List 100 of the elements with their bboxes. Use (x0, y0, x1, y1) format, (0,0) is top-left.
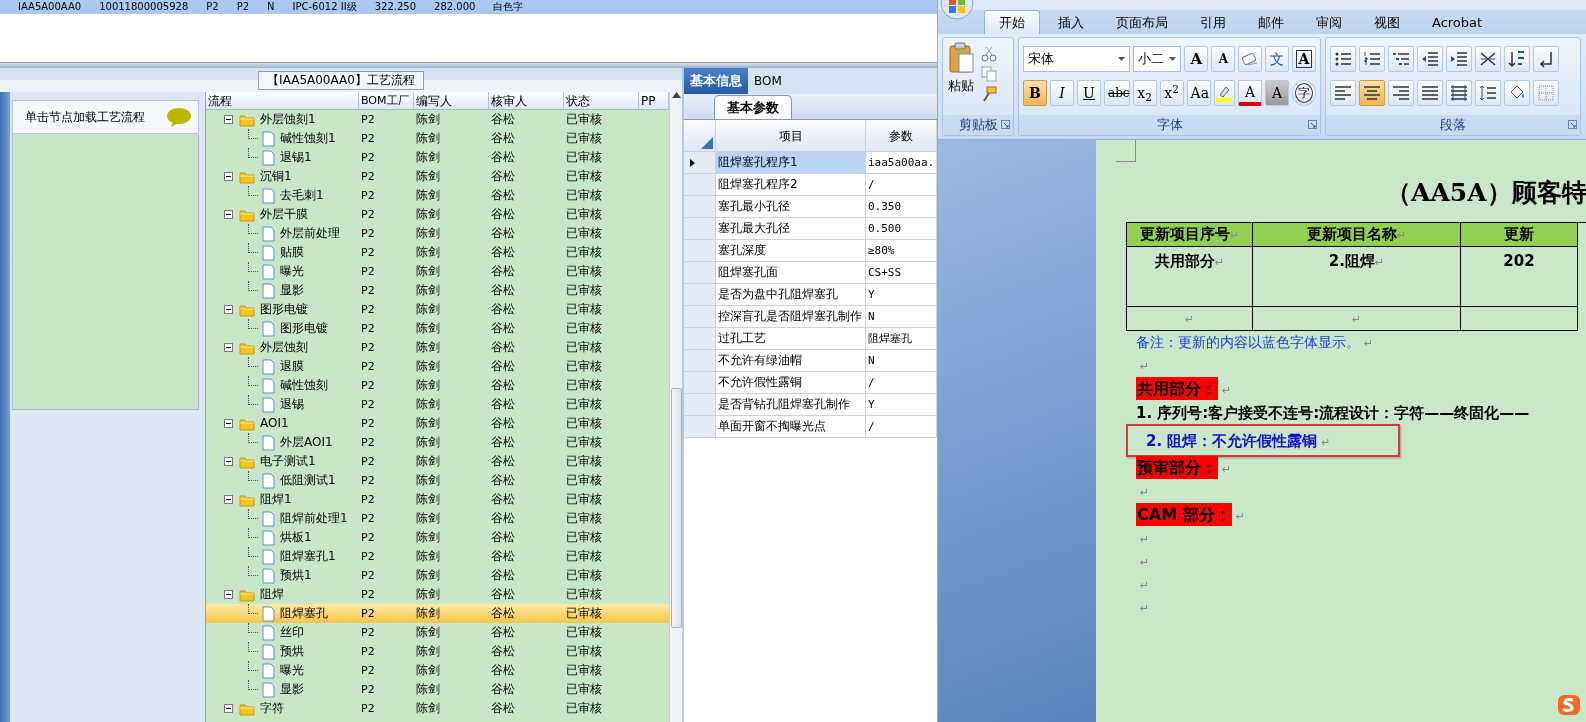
tree-row[interactable]: 字符 P2 陈剑 谷松 已审核 (206, 699, 669, 718)
asian-layout-button[interactable] (1475, 46, 1501, 72)
tree-row[interactable]: 退膜 P2 陈剑 谷松 已审核 (206, 357, 669, 376)
dialog-launcher-icon[interactable] (1308, 120, 1317, 129)
dropdown-icon[interactable] (1169, 57, 1177, 61)
tree-row[interactable]: 外层前处理 P2 陈剑 谷松 已审核 (206, 224, 669, 243)
collapse-icon[interactable] (224, 419, 233, 428)
script-button[interactable]: x$_{2}$ (1132, 80, 1157, 106)
collapse-icon[interactable] (224, 343, 233, 352)
font-color-button[interactable]: A (1238, 80, 1262, 106)
strikethrough-button[interactable]: abc (1104, 80, 1130, 106)
tab[interactable]: 基本信息 (684, 68, 748, 94)
table-cell[interactable]: 塞孔深度 (716, 240, 866, 262)
tree-row[interactable]: 外层AOI1 P2 陈剑 谷松 已审核 (206, 433, 669, 452)
column-header[interactable]: 核审人 (489, 92, 564, 109)
grow-font-button[interactable]: A (1184, 46, 1209, 72)
font-size-field[interactable]: 小二 (1133, 46, 1182, 72)
change-case-button[interactable]: Aa (1186, 80, 1211, 106)
collapse-icon[interactable] (224, 210, 233, 219)
collapse-icon[interactable] (224, 305, 233, 314)
table-cell[interactable]: 是否背钻孔阻焊塞孔制作 (716, 394, 866, 416)
tree-row[interactable]: 预烘 P2 陈剑 谷松 已审核 (206, 642, 669, 661)
tree-row[interactable]: AOI1 P2 陈剑 谷松 已审核 (206, 414, 669, 433)
ribbon-tab[interactable]: 开始 (984, 9, 1040, 34)
align-right-button[interactable] (1388, 80, 1414, 106)
ribbon-tab[interactable]: 审阅 (1302, 10, 1356, 34)
row-header[interactable] (684, 152, 716, 174)
table-cell[interactable]: 不允许有绿油帽 (716, 350, 866, 372)
tree-row[interactable]: 阻焊塞孔1 P2 陈剑 谷松 已审核 (206, 547, 669, 566)
ribbon-tab[interactable]: Acrobat (1418, 10, 1497, 34)
multilevel-list-button[interactable] (1388, 46, 1414, 72)
collapse-icon[interactable] (224, 115, 233, 124)
dialog-launcher-icon[interactable] (1568, 120, 1577, 129)
paste-button[interactable]: 粘贴 (947, 42, 975, 115)
ribbon-tab[interactable]: 引用 (1186, 10, 1240, 34)
tree-row[interactable]: 曝光 P2 陈剑 谷松 已审核 (206, 262, 669, 281)
ime-logo-icon[interactable] (1556, 694, 1581, 716)
tree-row[interactable]: 丝印 P2 陈剑 谷松 已审核 (206, 623, 669, 642)
tree-row[interactable]: 贴膜 P2 陈剑 谷松 已审核 (206, 243, 669, 262)
tree-row[interactable]: 去毛刺1 P2 陈剑 谷松 已审核 (206, 186, 669, 205)
tab[interactable]: 基本参数 (714, 94, 792, 119)
collapse-icon[interactable] (224, 495, 233, 504)
distribute-button[interactable] (1446, 80, 1472, 106)
tree-row[interactable]: 碱性蚀刻 P2 陈剑 谷松 已审核 (206, 376, 669, 395)
shading-button[interactable] (1504, 80, 1530, 106)
enclose-character-button[interactable]: 字 (1292, 80, 1316, 106)
shrink-font-button[interactable]: A (1211, 46, 1236, 72)
decrease-indent-button[interactable] (1417, 46, 1443, 72)
collapse-icon[interactable] (224, 590, 233, 599)
collapse-icon[interactable] (224, 457, 233, 466)
dropdown-icon[interactable] (1118, 57, 1126, 61)
column-header[interactable]: 项目 (716, 120, 866, 152)
numbering-button[interactable] (1359, 46, 1385, 72)
ribbon-tab[interactable]: 视图 (1360, 10, 1414, 34)
phonetic-guide-button[interactable]: 文 (1265, 46, 1289, 72)
table-cell[interactable]: 控深盲孔是否阻焊塞孔制作 (716, 306, 866, 328)
tree-row[interactable]: 烘板1 P2 陈剑 谷松 已审核 (206, 528, 669, 547)
tree-row[interactable]: 电子测试1 P2 陈剑 谷松 已审核 (206, 452, 669, 471)
column-header[interactable]: 流程 (206, 92, 359, 109)
italic-button[interactable]: I (1050, 80, 1074, 106)
character-border-button[interactable]: A (1292, 46, 1316, 72)
scrollbar-thumb[interactable] (670, 388, 682, 628)
tree-row[interactable]: 阻焊 P2 陈剑 谷松 已审核 (206, 585, 669, 604)
font-name-field[interactable]: 宋体 (1023, 46, 1131, 72)
bold-button[interactable]: B (1023, 80, 1047, 106)
table-cell[interactable]: 塞孔最小孔径 (716, 196, 866, 218)
tree-row[interactable]: 图形电镀 P2 陈剑 谷松 已审核 (206, 319, 669, 338)
column-header[interactable]: 编写人 (414, 92, 489, 109)
table-cell[interactable]: 阻焊塞孔程序2 (716, 174, 866, 196)
tree-row[interactable]: 低阻测试1 P2 陈剑 谷松 已审核 (206, 471, 669, 490)
ribbon-tab[interactable]: 邮件 (1244, 10, 1298, 34)
table-cell[interactable]: 塞孔最大孔径 (716, 218, 866, 240)
tree-row[interactable]: 显影 P2 陈剑 谷松 已审核 (206, 281, 669, 300)
show-marks-button[interactable] (1533, 46, 1559, 72)
tree-row[interactable]: 外层蚀刻1 P2 陈剑 谷松 已审核 (206, 110, 669, 129)
tree-row[interactable]: 碱性蚀刻1 P2 陈剑 谷松 已审核 (206, 129, 669, 148)
tree-row[interactable]: 阻焊前处理1 P2 陈剑 谷松 已审核 (206, 509, 669, 528)
tree-row[interactable]: 阻焊1 P2 陈剑 谷松 已审核 (206, 490, 669, 509)
clear-format-button[interactable] (1238, 46, 1262, 72)
tree-row[interactable]: 预烘1 P2 陈剑 谷松 已审核 (206, 566, 669, 585)
collapse-icon[interactable] (224, 172, 233, 181)
tree-row[interactable]: 图形电镀 P2 陈剑 谷松 已审核 (206, 300, 669, 319)
tab[interactable]: BOM (748, 68, 788, 94)
table-cell[interactable]: 单面开窗不掏曝光点 (716, 416, 866, 438)
tree-row[interactable]: 显影 P2 陈剑 谷松 已审核 (206, 680, 669, 699)
tree-row[interactable]: 沉铜1 P2 陈剑 谷松 已审核 (206, 167, 669, 186)
align-left-button[interactable] (1330, 80, 1356, 106)
cut-icon[interactable] (981, 46, 997, 62)
tree-row[interactable]: 退锡1 P2 陈剑 谷松 已审核 (206, 148, 669, 167)
tree-row[interactable]: 阻焊塞孔 P2 陈剑 谷松 已审核 (206, 604, 669, 623)
ribbon-tab[interactable]: 页面布局 (1102, 10, 1182, 34)
underline-button[interactable]: U (1077, 80, 1101, 106)
select-all-icon[interactable] (701, 137, 713, 149)
ribbon-tab[interactable]: 插入 (1044, 10, 1098, 34)
table-row[interactable]: IAA5A00AA0 10011800005928 P2 P2 N IPC-6012 II级 322.250 282.000 白色字 (0, 0, 937, 14)
table-cell[interactable]: 是否为盘中孔阻焊塞孔 (716, 284, 866, 306)
align-center-button[interactable] (1359, 80, 1385, 106)
bullets-button[interactable] (1330, 46, 1356, 72)
dialog-launcher-icon[interactable] (1001, 120, 1010, 129)
collapse-icon[interactable] (224, 704, 233, 713)
